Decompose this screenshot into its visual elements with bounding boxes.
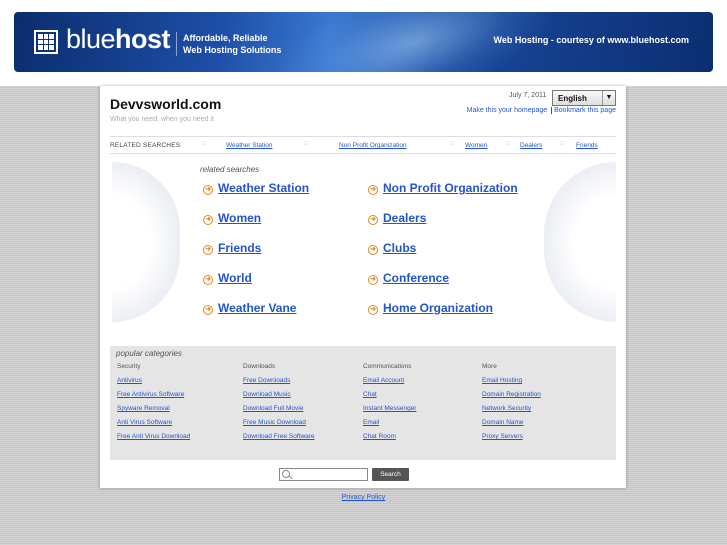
search-icon xyxy=(282,470,290,478)
site-title: Devvsworld.com xyxy=(110,96,222,112)
language-select[interactable]: English ▼ xyxy=(552,90,616,106)
category-link[interactable]: Domain Registration xyxy=(482,391,541,398)
related-search-link[interactable]: ➜ World xyxy=(203,271,252,285)
category-link[interactable]: Email Hosting xyxy=(482,377,541,384)
category-link[interactable]: Free Anti Virus Download xyxy=(117,433,190,440)
category-link[interactable]: Spyware Removal xyxy=(117,405,190,412)
category-column: Communications Email Account Chat Instan… xyxy=(363,363,416,447)
related-bar-link[interactable]: Dealers xyxy=(520,142,542,149)
site-subtitle: What you need, when you need it xyxy=(110,116,214,123)
category-heading: Security xyxy=(117,363,141,370)
popular-categories: popular categories Security Antivirus Fr… xyxy=(110,346,616,460)
category-link[interactable]: Email xyxy=(363,419,416,426)
category-column: Security Antivirus Free Antivirus Softwa… xyxy=(117,363,190,447)
arrow-right-icon: ➜ xyxy=(368,275,378,285)
chevron-down-icon[interactable]: ▼ xyxy=(602,91,615,105)
search-button[interactable]: Search xyxy=(372,468,409,481)
banner-courtesy[interactable]: Web Hosting - courtesy of www.bluehost.c… xyxy=(493,35,689,45)
category-link[interactable]: Anti Virus Software xyxy=(117,419,190,426)
category-heading: Communications xyxy=(363,363,412,370)
search-input[interactable] xyxy=(279,468,368,481)
bluehost-logo-icon xyxy=(34,30,58,54)
category-column: Downloads Free Downloads Download Music … xyxy=(243,363,315,447)
related-search-link[interactable]: ➜ Women xyxy=(203,211,261,225)
category-link[interactable]: Chat xyxy=(363,391,416,398)
category-link[interactable]: Download Full Movie xyxy=(243,405,315,412)
related-search-link[interactable]: ➜ Non Profit Organization xyxy=(368,181,518,195)
category-link[interactable]: Email Account xyxy=(363,377,416,384)
privacy-policy-link[interactable]: Privacy Policy xyxy=(0,494,727,501)
category-link[interactable]: Instant Messenger xyxy=(363,405,416,412)
related-search-link[interactable]: ➜ Conference xyxy=(368,271,449,285)
arrow-right-icon: ➜ xyxy=(368,185,378,195)
main-page: Devvsworld.com What you need, when you n… xyxy=(100,86,626,488)
date-label: July 7, 2011 xyxy=(509,92,547,99)
category-heading: More xyxy=(482,363,497,370)
related-search-link[interactable]: ➜ Friends xyxy=(203,241,261,255)
related-search-link[interactable]: ➜ Weather Vane xyxy=(203,301,296,315)
homepage-links: Make this your homepage Bookmark this pa… xyxy=(467,107,616,114)
related-searches-bar: RELATED SEARCHES □ Weather Station □ Non… xyxy=(110,136,616,154)
category-link[interactable]: Download Music xyxy=(243,391,315,398)
bookmark-link[interactable]: Bookmark this page xyxy=(554,107,616,114)
category-link[interactable]: Antivirus xyxy=(117,377,190,384)
category-link[interactable]: Free Downloads xyxy=(243,377,315,384)
banner-tagline: Affordable, Reliable Web Hosting Solutio… xyxy=(176,32,281,56)
arrow-right-icon: ➜ xyxy=(203,305,213,315)
category-link[interactable]: Download Free Software xyxy=(243,433,315,440)
arrow-right-icon: ➜ xyxy=(203,245,213,255)
arrow-right-icon: ➜ xyxy=(203,215,213,225)
category-link[interactable]: Domain Name xyxy=(482,419,541,426)
related-bar-label: RELATED SEARCHES xyxy=(110,142,181,149)
bluehost-logo-text[interactable]: bluehost xyxy=(66,24,171,55)
top-bar: bluehost Affordable, Reliable Web Hostin… xyxy=(0,0,727,86)
category-link[interactable]: Proxy Servers xyxy=(482,433,541,440)
arrow-right-icon: ➜ xyxy=(368,245,378,255)
bluehost-banner[interactable]: bluehost Affordable, Reliable Web Hostin… xyxy=(14,12,713,72)
category-link[interactable]: Chat Room xyxy=(363,433,416,440)
make-homepage-link[interactable]: Make this your homepage xyxy=(467,107,548,114)
related-bar-link[interactable]: Non Profit Organization xyxy=(339,142,407,149)
arrow-right-icon: ➜ xyxy=(368,215,378,225)
right-decoration xyxy=(544,162,616,322)
related-search-link[interactable]: ➜ Weather Station xyxy=(203,181,309,195)
related-search-link[interactable]: ➜ Home Organization xyxy=(368,301,493,315)
category-link[interactable]: Free Music Download xyxy=(243,419,315,426)
popular-title: popular categories xyxy=(116,349,182,358)
related-search-link[interactable]: ➜ Dealers xyxy=(368,211,426,225)
arrow-right-icon: ➜ xyxy=(203,275,213,285)
arrow-right-icon: ➜ xyxy=(203,185,213,195)
arrow-right-icon: ➜ xyxy=(368,305,378,315)
related-bar-link[interactable]: Friends xyxy=(576,142,598,149)
related-bar-link[interactable]: Women xyxy=(465,142,487,149)
related-bar-link[interactable]: Weather Station xyxy=(226,142,273,149)
left-decoration xyxy=(112,162,180,322)
category-heading: Downloads xyxy=(243,363,276,370)
category-link[interactable]: Network Security xyxy=(482,405,541,412)
category-column: More Email Hosting Domain Registration N… xyxy=(482,363,541,447)
category-link[interactable]: Free Antivirus Software xyxy=(117,391,190,398)
related-search-link[interactable]: ➜ Clubs xyxy=(368,241,416,255)
related-searches-title: related searches xyxy=(200,165,260,174)
